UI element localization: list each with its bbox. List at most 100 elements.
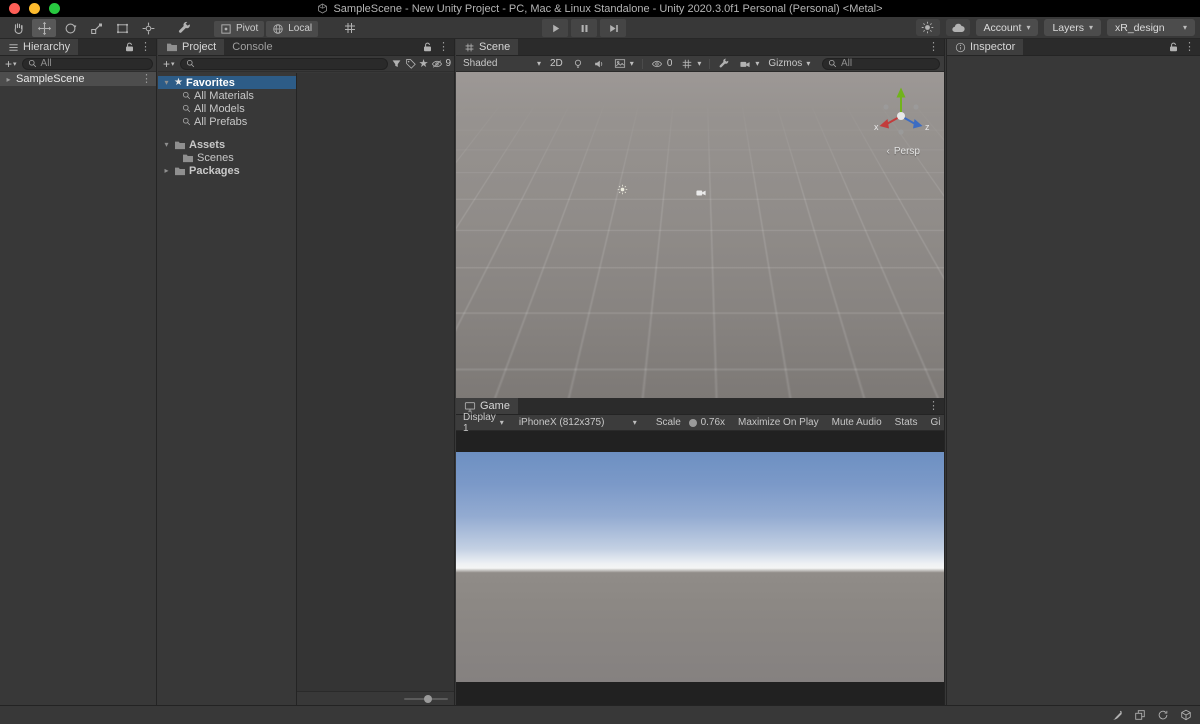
minimize-button[interactable] bbox=[29, 3, 40, 14]
gizmos-dropdown[interactable]: Gizmos ▾ bbox=[765, 57, 813, 71]
hierarchy-create-button[interactable]: + ▾ bbox=[3, 57, 19, 71]
tab-inspector[interactable]: Inspector bbox=[947, 39, 1024, 55]
project-search-input[interactable] bbox=[179, 57, 388, 70]
disclosure-icon[interactable]: ▾ bbox=[162, 140, 171, 149]
close-button[interactable] bbox=[9, 3, 20, 14]
tree-item-all-prefabs[interactable]: All Prefabs bbox=[158, 115, 296, 128]
scene-viewport[interactable]: x z ‹ Persp bbox=[456, 72, 944, 398]
tree-item-scenes[interactable]: Scenes bbox=[158, 151, 296, 164]
hierarchy-item-samplescene[interactable]: ▸ SampleScene ⋮ bbox=[0, 72, 156, 86]
scene-audio-toggle[interactable] bbox=[590, 57, 608, 71]
scene-grid-dropdown[interactable]: ▾ bbox=[678, 57, 704, 71]
scene-camera-dropdown[interactable]: ▾ bbox=[736, 57, 762, 71]
local-toggle-button[interactable]: Local bbox=[266, 20, 319, 37]
hidden-packages-toggle[interactable]: 9 bbox=[431, 58, 451, 69]
stats-toggle[interactable]: Stats bbox=[890, 416, 923, 430]
chevron-down-icon: ▾ bbox=[13, 60, 17, 68]
scene-options-button[interactable]: ⋮ bbox=[141, 73, 152, 85]
lock-icon[interactable] bbox=[125, 42, 134, 52]
search-by-label-icon[interactable] bbox=[405, 58, 416, 69]
axis-z-label[interactable]: z bbox=[925, 122, 930, 132]
slider-knob[interactable] bbox=[423, 694, 432, 703]
zoom-button[interactable] bbox=[49, 3, 60, 14]
scene-effects-dropdown[interactable]: ▾ bbox=[611, 57, 637, 71]
tree-item-all-materials[interactable]: All Materials bbox=[158, 89, 296, 102]
panel-menu-button[interactable]: ⋮ bbox=[140, 41, 151, 53]
disclosure-icon[interactable]: ▸ bbox=[4, 75, 13, 84]
shading-mode-label: Shaded bbox=[463, 58, 498, 69]
package-cube-icon[interactable] bbox=[1180, 709, 1192, 721]
tree-item-packages[interactable]: ▸ Packages bbox=[158, 164, 296, 177]
orientation-gizmo[interactable]: x z bbox=[872, 84, 930, 146]
camera-gizmo[interactable] bbox=[696, 189, 706, 197]
game-scale-slider[interactable] bbox=[688, 418, 698, 427]
scene-search-input[interactable]: All bbox=[822, 57, 940, 70]
project-create-button[interactable]: + ▾ bbox=[161, 57, 177, 71]
pause-button[interactable] bbox=[571, 19, 597, 37]
chevron-down-icon: ▾ bbox=[755, 59, 760, 68]
layout-dropdown[interactable]: xR_design ▾ bbox=[1107, 19, 1195, 36]
paintbrush-icon[interactable] bbox=[1111, 709, 1123, 721]
scene-visibility-toggle[interactable]: 0 bbox=[648, 57, 676, 71]
panel-menu-button[interactable]: ⋮ bbox=[928, 400, 939, 412]
tab-scene[interactable]: Scene bbox=[456, 39, 519, 55]
disclosure-icon[interactable]: ▾ bbox=[162, 78, 171, 87]
save-search-star-icon[interactable]: ★ bbox=[419, 57, 429, 70]
hand-tool-button[interactable] bbox=[6, 19, 30, 37]
panel-menu-button[interactable]: ⋮ bbox=[1184, 41, 1195, 53]
2d-toggle[interactable]: 2D bbox=[547, 57, 566, 71]
component-tools-button[interactable] bbox=[715, 57, 733, 71]
transform-tool-button[interactable] bbox=[136, 19, 160, 37]
search-icon bbox=[182, 104, 191, 113]
rotate-tool-button[interactable] bbox=[58, 19, 82, 37]
move-tool-button[interactable] bbox=[32, 19, 56, 37]
scene-lighting-toggle[interactable] bbox=[569, 57, 587, 71]
panel-menu-button[interactable]: ⋮ bbox=[928, 41, 939, 53]
play-button[interactable] bbox=[542, 19, 568, 37]
layers-dropdown[interactable]: Layers ▾ bbox=[1044, 19, 1101, 36]
tree-item-all-models[interactable]: All Models bbox=[158, 102, 296, 115]
grid-snapping-button[interactable] bbox=[338, 19, 362, 37]
project-contents-pane[interactable] bbox=[297, 73, 454, 705]
pivot-toggle-button[interactable]: Pivot bbox=[214, 20, 265, 37]
aspect-ratio-dropdown[interactable]: iPhoneX (812x375) ▾ bbox=[516, 416, 640, 430]
eye-icon bbox=[651, 59, 663, 69]
maximize-on-play-toggle[interactable]: Maximize On Play bbox=[733, 416, 824, 430]
tab-hierarchy[interactable]: Hierarchy bbox=[0, 39, 79, 55]
search-by-type-icon[interactable] bbox=[391, 58, 402, 69]
scale-tool-button[interactable] bbox=[84, 19, 108, 37]
thumbnail-size-slider[interactable] bbox=[404, 694, 448, 703]
account-dropdown[interactable]: Account ▾ bbox=[975, 19, 1039, 36]
disclosure-icon[interactable]: ▸ bbox=[162, 166, 171, 175]
preview-packages-button[interactable] bbox=[915, 19, 940, 36]
perspective-toggle[interactable]: ‹ Persp bbox=[887, 146, 920, 157]
tab-console[interactable]: Console bbox=[224, 39, 280, 55]
mute-audio-toggle[interactable]: Mute Audio bbox=[827, 416, 887, 430]
sync-refresh-icon[interactable] bbox=[1157, 709, 1169, 721]
search-icon bbox=[186, 59, 195, 68]
tree-item-assets[interactable]: ▾ Assets bbox=[158, 138, 296, 151]
game-render-frame[interactable] bbox=[456, 452, 944, 682]
cloud-services-button[interactable] bbox=[945, 19, 970, 36]
display-dropdown[interactable]: Display 1 ▾ bbox=[460, 412, 507, 434]
directional-light-gizmo[interactable] bbox=[617, 184, 628, 195]
layers-windows-icon[interactable] bbox=[1134, 709, 1146, 721]
tree-item-favorites[interactable]: ▾ ★ Favorites bbox=[158, 76, 296, 89]
project-bottombar bbox=[297, 691, 454, 705]
panel-menu-button[interactable]: ⋮ bbox=[438, 41, 449, 53]
project-search-field[interactable] bbox=[198, 58, 382, 69]
hierarchy-search-input[interactable]: All bbox=[21, 57, 153, 70]
lock-icon[interactable] bbox=[423, 42, 432, 52]
scale-label: Scale bbox=[655, 417, 681, 428]
step-button[interactable] bbox=[600, 19, 626, 37]
move-icon bbox=[37, 21, 52, 36]
lock-icon[interactable] bbox=[1169, 42, 1178, 52]
game-gizmos-dropdown[interactable]: Gizmos bbox=[925, 416, 940, 430]
rect-tool-button[interactable] bbox=[110, 19, 134, 37]
persp-chevron-icon: ‹ bbox=[886, 146, 890, 157]
custom-tool-button[interactable] bbox=[172, 19, 196, 37]
slider-knob[interactable] bbox=[689, 418, 698, 427]
tab-project[interactable]: Project bbox=[158, 39, 225, 55]
shading-mode-dropdown[interactable]: Shaded ▾ bbox=[460, 57, 544, 71]
axis-x-label[interactable]: x bbox=[874, 122, 879, 132]
